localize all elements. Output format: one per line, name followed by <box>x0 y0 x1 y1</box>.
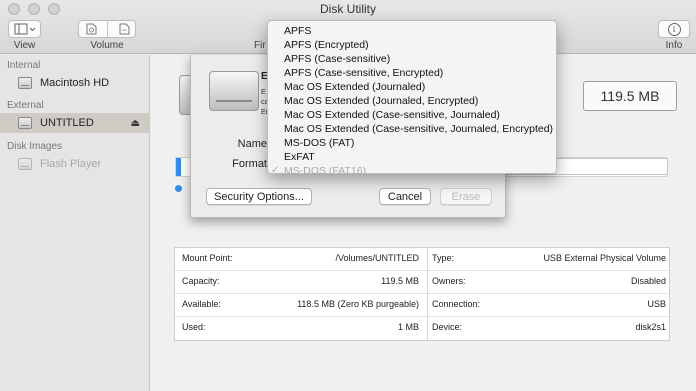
menu-item-apfs[interactable]: APFS <box>284 24 311 38</box>
volume-label: Volume <box>90 40 124 51</box>
info-label: Used: <box>182 322 206 332</box>
info-value: 1 MB <box>397 322 419 332</box>
info-button[interactable]: i <box>658 20 690 38</box>
info-value: /Volumes/UNTITLED <box>335 253 419 263</box>
checkmark-icon: ✓ <box>271 165 280 176</box>
remove-volume-icon[interactable] <box>117 22 131 36</box>
menu-item-ms-dos-fat[interactable]: MS-DOS (FAT) <box>284 136 354 150</box>
info-value: 118.5 MB (Zero KB purgeable) <box>297 299 419 309</box>
menu-item-ms-dos-fat16[interactable]: MS-DOS (FAT16) <box>284 164 366 178</box>
disk-icon <box>209 71 259 111</box>
sidebar-header-external: External <box>7 100 44 111</box>
first-aid-label: Fir <box>254 40 266 51</box>
view-label: View <box>13 40 36 51</box>
eject-icon[interactable]: ⏏ <box>131 118 140 129</box>
name-label: Name <box>237 138 267 150</box>
format-label: Format <box>232 158 267 170</box>
add-volume-icon[interactable] <box>84 22 98 36</box>
disk-icon <box>18 117 32 129</box>
info-label: Available: <box>182 299 221 309</box>
sidebar-item-flash-player[interactable]: Flash Player <box>0 154 150 174</box>
menu-item-mac-os-extended-journaled[interactable]: Mac OS Extended (Journaled) <box>284 80 425 94</box>
sidebar-item-label: Macintosh HD <box>40 77 110 89</box>
table-row: Available: 118.5 MB (Zero KB purgeable) … <box>175 294 671 317</box>
cancel-button[interactable]: Cancel <box>379 188 431 205</box>
disk-icon <box>18 77 32 89</box>
info-label: Type: <box>432 253 455 263</box>
window-title: Disk Utility <box>320 2 376 16</box>
sidebar-item-untitled[interactable]: UNTITLED ⏏ <box>0 113 150 133</box>
erase-button[interactable]: Erase <box>440 188 492 205</box>
info-label: Device: <box>432 322 463 332</box>
menu-item-mac-os-extended-case-sensitive-journaled-encrypted[interactable]: Mac OS Extended (Case-sensitive, Journal… <box>284 122 553 136</box>
table-row: Used: 1 MB Device: disk2s1 <box>175 317 671 340</box>
info-label: Capacity: <box>182 276 220 286</box>
sidebar-item-label: UNTITLED <box>40 117 94 129</box>
capacity-display: 119.5 MB <box>583 81 677 111</box>
security-options-button[interactable]: Security Options... <box>206 188 312 205</box>
table-row: Mount Point: /Volumes/UNTITLED Type: USB… <box>175 248 671 271</box>
disk-icon <box>18 158 32 170</box>
info-label: Mount Point: <box>182 253 233 263</box>
sidebar-header-internal: Internal <box>7 60 41 71</box>
info-value: Disabled <box>630 276 666 286</box>
menu-item-mac-os-extended-case-sensitive-journaled[interactable]: Mac OS Extended (Case-sensitive, Journal… <box>284 108 500 122</box>
menu-item-apfs-case-sensitive[interactable]: APFS (Case-sensitive) <box>284 52 390 66</box>
info-value: USB External Physical Volume <box>543 253 666 263</box>
sidebar-toggle-icon <box>14 23 35 35</box>
volume-buttons[interactable] <box>78 20 136 38</box>
sidebar-header-disk-images: Disk Images <box>7 141 63 152</box>
menu-item-mac-os-extended-journaled-encrypted[interactable]: Mac OS Extended (Journaled, Encrypted) <box>284 94 478 108</box>
used-legend-dot <box>175 185 182 192</box>
info-label: Connection: <box>432 299 481 309</box>
sidebar-item-macintosh-hd[interactable]: Macintosh HD <box>0 73 150 93</box>
volume-info-table: Mount Point: /Volumes/UNTITLED Type: USB… <box>174 247 671 342</box>
info-label: Info <box>665 40 683 51</box>
info-value: USB <box>647 299 666 309</box>
table-row: Capacity: 119.5 MB Owners: Disabled <box>175 271 671 294</box>
usage-bar-fill <box>176 158 181 176</box>
menu-item-apfs-case-sensitive-encrypted[interactable]: APFS (Case-sensitive, Encrypted) <box>284 66 443 80</box>
sidebar-item-label: Flash Player <box>40 158 102 170</box>
menu-item-apfs-encrypted[interactable]: APFS (Encrypted) <box>284 38 369 52</box>
info-value: 119.5 MB <box>381 276 419 286</box>
info-icon: i <box>667 22 681 36</box>
sidebar: Internal Macintosh HD External UNTITLED … <box>0 55 150 391</box>
info-value: disk2s1 <box>635 322 666 332</box>
view-button[interactable] <box>8 20 41 38</box>
format-dropdown-menu: APFS APFS (Encrypted) APFS (Case-sensiti… <box>267 20 557 177</box>
info-label: Owners: <box>432 276 466 286</box>
menu-item-exfat[interactable]: ExFAT <box>284 150 315 164</box>
